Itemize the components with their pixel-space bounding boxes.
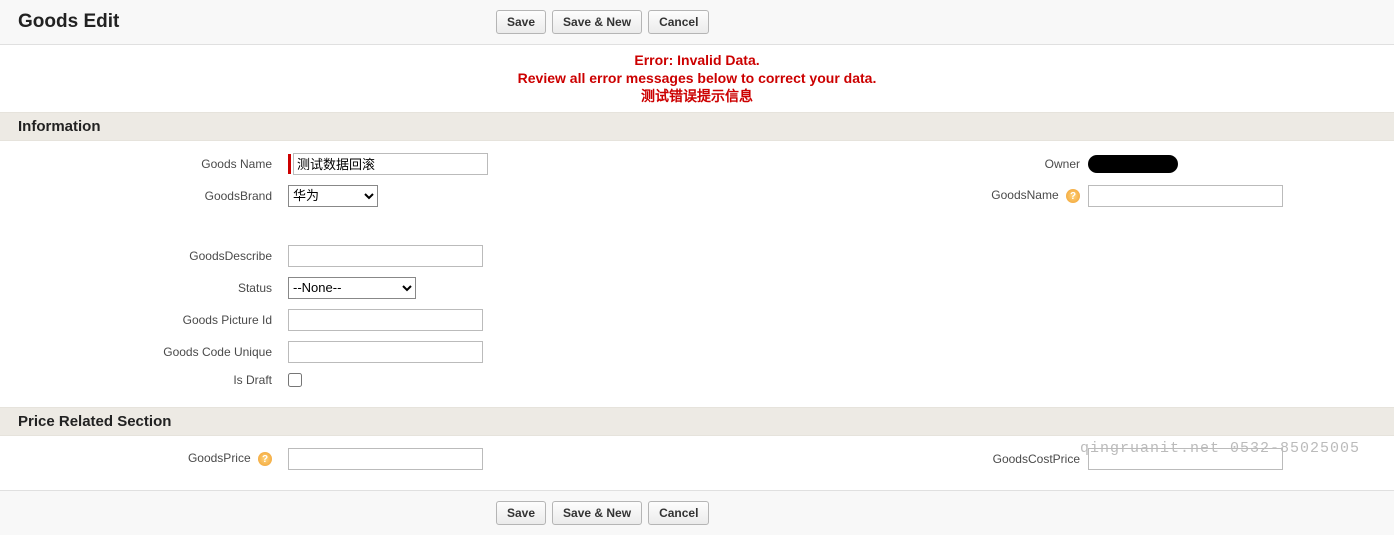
section-header-information: Information: [0, 112, 1394, 141]
is-draft-label: Is Draft: [18, 373, 288, 387]
goods-describe-input[interactable]: [288, 245, 483, 267]
goods-cost-price-label: GoodsCostPrice: [708, 452, 1088, 466]
error-line-3: 测试错误提示信息: [0, 87, 1394, 105]
save-button[interactable]: Save: [496, 10, 546, 34]
owner-value: [1088, 155, 1178, 173]
page-title: Goods Edit: [18, 11, 496, 33]
owner-label: Owner: [708, 157, 1088, 171]
header-button-row: Save Save & New Cancel: [496, 10, 709, 34]
save-new-button-footer[interactable]: Save & New: [552, 501, 642, 525]
goods-name2-input[interactable]: [1088, 185, 1283, 207]
goods-picture-id-label: Goods Picture Id: [18, 313, 288, 327]
goods-brand-label: GoodsBrand: [18, 189, 288, 203]
goods-code-unique-label: Goods Code Unique: [18, 345, 288, 359]
goods-price-label: GoodsPrice ?: [18, 451, 288, 467]
section-body-price: GoodsPrice ? GoodsCostPrice: [0, 436, 1394, 490]
help-icon[interactable]: ?: [258, 452, 272, 466]
goods-code-unique-input[interactable]: [288, 341, 483, 363]
goods-brand-select[interactable]: 华为: [288, 185, 378, 207]
cancel-button-footer[interactable]: Cancel: [648, 501, 709, 525]
goods-name2-label: GoodsName ?: [708, 188, 1088, 204]
cancel-button[interactable]: Cancel: [648, 10, 709, 34]
footer-bar: Save Save & New Cancel: [0, 490, 1394, 535]
goods-cost-price-input[interactable]: [1088, 448, 1283, 470]
help-icon[interactable]: ?: [1066, 189, 1080, 203]
error-line-1: Error: Invalid Data.: [0, 51, 1394, 69]
status-select[interactable]: --None--: [288, 277, 416, 299]
goods-picture-id-input[interactable]: [288, 309, 483, 331]
save-new-button[interactable]: Save & New: [552, 10, 642, 34]
section-body-information: Goods Name Owner GoodsBrand 华为 GoodsName…: [0, 141, 1394, 407]
goods-name-label: Goods Name: [18, 157, 288, 171]
header-bar: Goods Edit Save Save & New Cancel: [0, 0, 1394, 45]
save-button-footer[interactable]: Save: [496, 501, 546, 525]
section-header-price: Price Related Section: [0, 407, 1394, 436]
required-marker-icon: [288, 154, 291, 174]
is-draft-checkbox[interactable]: [288, 373, 302, 387]
error-message: Error: Invalid Data. Review all error me…: [0, 45, 1394, 112]
error-line-2: Review all error messages below to corre…: [0, 69, 1394, 87]
goods-describe-label: GoodsDescribe: [18, 249, 288, 263]
goods-price-input[interactable]: [288, 448, 483, 470]
goods-name-input[interactable]: [293, 153, 488, 175]
status-label: Status: [18, 281, 288, 295]
